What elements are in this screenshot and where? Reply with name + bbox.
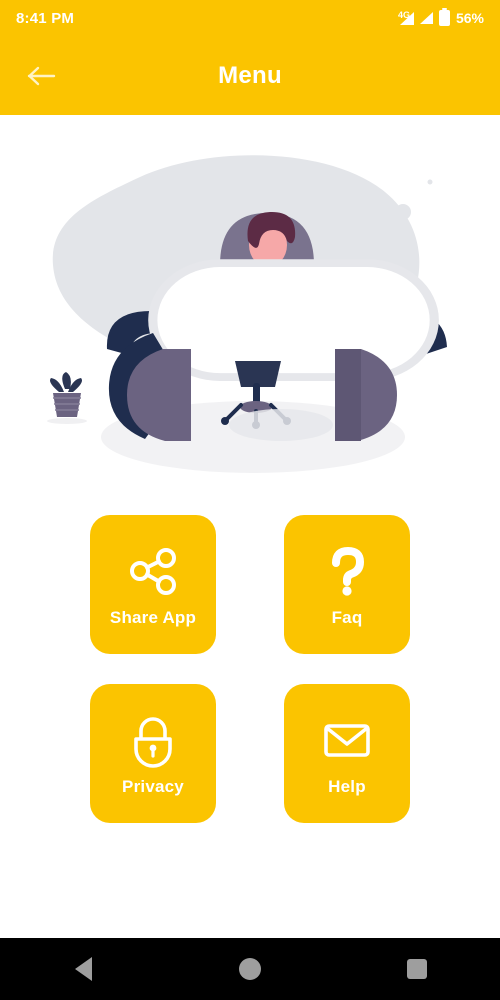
battery-icon	[438, 7, 450, 26]
question-mark-icon	[319, 538, 375, 604]
menu-tile-share-app[interactable]: Share App	[90, 515, 216, 654]
menu-tile-grid: Share App Faq Privacy Help	[90, 515, 410, 823]
arrow-left-icon	[27, 66, 56, 85]
signal-icon	[419, 12, 433, 24]
battery-percent-label: 56%	[455, 10, 484, 26]
floor-potted-plant	[47, 372, 87, 424]
signal-4g-icon: 4G	[398, 10, 414, 25]
nav-home-icon	[238, 958, 261, 980]
nav-back-icon	[74, 957, 92, 981]
back-button[interactable]	[22, 56, 62, 96]
app-bar: Menu	[0, 36, 500, 115]
desk-inner-recess	[157, 267, 430, 374]
menu-tile-privacy[interactable]: Privacy	[90, 684, 216, 823]
nav-home-button[interactable]	[220, 938, 280, 1000]
page-title: Menu	[218, 61, 282, 89]
menu-tile-faq[interactable]: Faq	[284, 515, 410, 654]
desk-right-panel-shade	[335, 349, 361, 441]
decor-bubble-large	[354, 181, 376, 203]
person-at-desk-illustration	[35, 137, 465, 487]
nav-recents-button[interactable]	[387, 938, 447, 1000]
menu-tile-label: Privacy	[122, 776, 184, 796]
status-bar: 8:41 PM 4G 56%	[0, 0, 500, 36]
decor-bubble-small	[395, 204, 411, 220]
nav-recents-icon	[406, 959, 427, 979]
menu-tile-label: Share App	[109, 607, 197, 627]
status-bar-indicators: 4G 56%	[398, 7, 484, 26]
android-navigation-bar	[0, 938, 500, 1000]
nav-back-button[interactable]	[53, 938, 113, 1000]
status-bar-clock: 8:41 PM	[16, 9, 75, 27]
menu-tile-label: Help	[328, 776, 366, 796]
decor-bubble-dot	[427, 179, 433, 185]
share-icon	[125, 538, 181, 604]
lock-icon	[125, 707, 181, 773]
inner-shadow	[229, 409, 333, 441]
phone-screen: 8:41 PM 4G 56% Menu Share App Faq Privac…	[0, 0, 500, 1000]
envelope-icon	[319, 707, 375, 773]
menu-tile-help[interactable]: Help	[284, 684, 410, 823]
main-content: Share App Faq Privacy Help	[0, 115, 500, 938]
menu-tile-label: Faq	[331, 607, 363, 627]
